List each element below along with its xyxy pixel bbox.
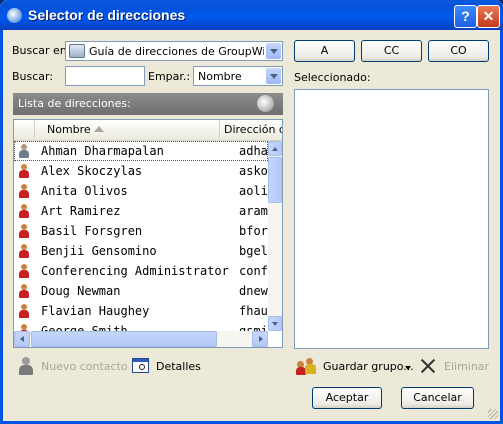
row-name: Basil Forsgren [41, 224, 143, 238]
table-row[interactable]: Basil Forsgren bforsg [14, 221, 268, 241]
table-row[interactable]: Alex Skoczylas askoc [14, 161, 268, 181]
column-address-header[interactable]: Dirección de [224, 123, 282, 136]
groupwise-globe-icon[interactable] [257, 95, 274, 112]
groupwise-icon [7, 8, 22, 23]
delete-icon [420, 357, 436, 375]
column-icon-header[interactable] [14, 120, 35, 139]
user-icon [18, 264, 30, 278]
table-row[interactable]: Benjii Gensomino bgelso [14, 241, 268, 261]
selected-label: Seleccionado: [294, 71, 371, 84]
cancel-button[interactable]: Cancelar [401, 387, 474, 409]
to-button[interactable]: A [294, 40, 355, 62]
row-address: adhar [239, 144, 268, 158]
details-button[interactable]: Detalles [156, 360, 201, 373]
user-icon [18, 244, 30, 258]
save-group-dropdown-icon[interactable] [405, 366, 411, 370]
row-address: aramir [239, 204, 268, 218]
row-name: Doug Newman [41, 284, 121, 298]
buscar-en-label: Buscar en: [12, 44, 71, 57]
address-selector-dialog: Selector de direcciones ? ✕ Buscar en: G… [0, 0, 503, 424]
table-row[interactable]: Conferencing Administrator confad [14, 261, 268, 281]
user-icon [18, 204, 30, 218]
row-name: Ahman Dharmapalan [41, 144, 164, 158]
row-name: Art Ramirez [41, 204, 121, 218]
row-name: Flavian Haughey [41, 304, 150, 318]
chevron-down-icon[interactable] [266, 43, 281, 59]
row-name: Conferencing Administrator [41, 264, 229, 278]
cc-button[interactable]: CC [361, 40, 422, 62]
column-name-label: Nombre [47, 123, 91, 136]
match-value: Nombre [198, 70, 242, 83]
row-address: dnewm [239, 284, 268, 298]
save-group-icon [296, 357, 319, 375]
row-address: aolivo [239, 184, 268, 198]
table-row[interactable]: Flavian Haughey fhaugh [14, 301, 268, 321]
empar-label: Empar.: [148, 70, 191, 83]
details-icon [132, 357, 150, 375]
scroll-down-button[interactable] [268, 316, 282, 331]
user-icon [18, 224, 30, 238]
user-icon [18, 164, 30, 178]
address-list-title: Lista de direcciones: [18, 97, 131, 110]
table-row[interactable]: Doug Newman dnewm [14, 281, 268, 301]
address-rows: Ahman Dharmapalan adhar Alex Skoczylas a… [14, 141, 268, 341]
row-address: fhaugh [239, 304, 268, 318]
buscar-label: Buscar: [12, 70, 54, 83]
horizontal-scroll-thumb[interactable] [31, 331, 217, 347]
scroll-right-button[interactable] [252, 331, 268, 347]
table-row[interactable]: Ahman Dharmapalan adhar [14, 141, 268, 161]
address-list-header: Lista de direcciones: [13, 93, 283, 115]
scroll-up-button[interactable] [268, 141, 282, 156]
row-address: bforsg [239, 224, 268, 238]
selected-recipients-list[interactable] [294, 89, 489, 349]
delete-button[interactable]: Eliminar [444, 360, 489, 373]
new-contact-button[interactable]: Nuevo contacto [41, 360, 128, 373]
address-book-value: Guía de direcciones de GroupWise de [89, 45, 264, 58]
new-contact-icon [18, 357, 34, 375]
chevron-down-icon[interactable] [266, 68, 281, 84]
close-button[interactable]: ✕ [477, 5, 500, 28]
row-name: Anita Olivos [41, 184, 128, 198]
address-book-select[interactable]: Guía de direcciones de GroupWise de [65, 41, 283, 61]
bc-button[interactable]: CO [428, 40, 489, 62]
user-icon [18, 184, 30, 198]
window-title: Selector de direcciones [28, 7, 186, 23]
row-address: confad [239, 264, 268, 278]
sort-ascending-icon [94, 126, 104, 132]
address-list[interactable]: Nombre Dirección de Ahman Dharmapalan ad… [13, 119, 283, 348]
vertical-scroll-thumb[interactable] [268, 157, 282, 203]
row-name: Benjii Gensomino [41, 244, 157, 258]
scroll-left-button[interactable] [14, 331, 30, 347]
help-button[interactable]: ? [454, 5, 477, 28]
accept-button[interactable]: Aceptar [312, 387, 382, 409]
horizontal-scrollbar[interactable] [14, 331, 268, 347]
row-address: bgelso [239, 244, 268, 258]
user-icon [18, 144, 30, 158]
column-header: Nombre Dirección de [14, 120, 282, 141]
table-row[interactable]: Anita Olivos aolivo [14, 181, 268, 201]
vertical-scrollbar[interactable] [268, 141, 282, 331]
column-name-header[interactable]: Nombre [35, 120, 220, 139]
address-book-icon [69, 44, 85, 58]
row-name: Alex Skoczylas [41, 164, 143, 178]
resize-grip-icon[interactable] [488, 409, 498, 419]
match-select[interactable]: Nombre [193, 66, 283, 86]
window-frame-left [0, 30, 3, 424]
user-icon [18, 304, 30, 318]
table-row[interactable]: Art Ramirez aramir [14, 201, 268, 221]
row-address: askoc [239, 164, 268, 178]
search-input[interactable] [65, 66, 145, 86]
save-group-button[interactable]: Guardar grupo... [323, 360, 414, 373]
title-bar: Selector de direcciones ? ✕ [0, 0, 503, 30]
user-icon [18, 284, 30, 298]
